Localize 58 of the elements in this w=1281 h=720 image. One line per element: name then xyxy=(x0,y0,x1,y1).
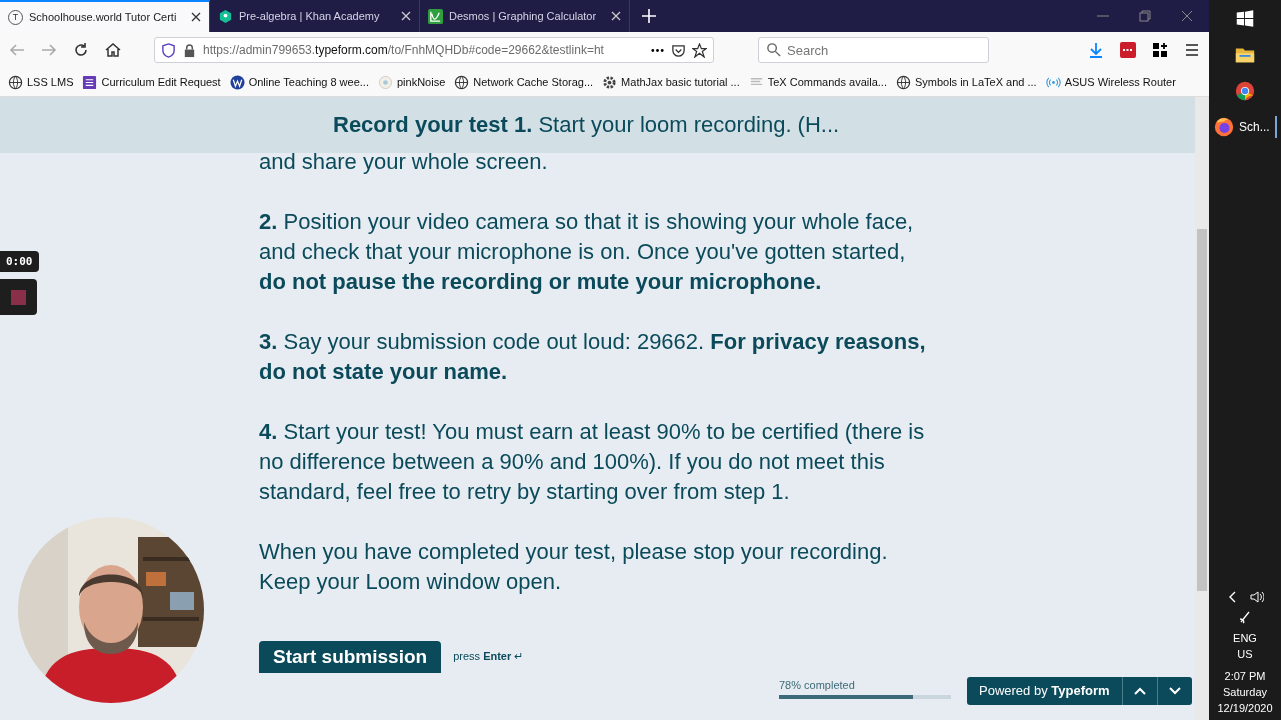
restore-icon[interactable] xyxy=(1139,10,1151,22)
windows-start-icon[interactable] xyxy=(1234,8,1256,30)
new-tab-icon[interactable] xyxy=(642,9,656,23)
taskbar-app[interactable]: Sch... xyxy=(1213,116,1277,138)
pocket-icon[interactable] xyxy=(671,42,686,58)
firefox-icon xyxy=(1213,116,1235,138)
hexagon-icon xyxy=(218,8,233,24)
form-icon xyxy=(82,74,98,90)
previous-button[interactable] xyxy=(1121,677,1157,705)
chrome-icon[interactable] xyxy=(1234,80,1256,102)
password-manager-icon[interactable] xyxy=(1119,41,1137,59)
shield-icon xyxy=(161,42,176,58)
address-bar[interactable]: https://admin799653.typeform.com/to/FnhMQHDb#code=29662&testlink=ht xyxy=(154,37,714,63)
recording-timer: 0:00 xyxy=(0,251,39,272)
bookmark[interactable]: LSS LMS xyxy=(8,74,74,90)
close-icon[interactable] xyxy=(191,12,201,22)
bookmark[interactable]: pinkNoise xyxy=(377,74,446,90)
search-field[interactable]: Search xyxy=(758,37,989,63)
bookmark[interactable]: Network Cache Storag... xyxy=(454,74,594,90)
download-icon[interactable] xyxy=(1087,41,1105,59)
bookmark[interactable]: MathJax basic tutorial ... xyxy=(602,74,740,90)
progress-label: 78% completed xyxy=(779,679,856,691)
menu-icon[interactable] xyxy=(1183,41,1201,59)
grid-icon[interactable] xyxy=(1151,41,1169,59)
start-submission-button[interactable]: Start submission xyxy=(259,641,442,673)
lock-icon xyxy=(182,42,197,58)
bookmark[interactable]: TeX Commands availa... xyxy=(748,74,887,90)
pen-icon[interactable] xyxy=(1238,610,1252,624)
bookmark[interactable]: ASUS Wireless Router xyxy=(1045,74,1176,90)
speaker-icon[interactable] xyxy=(1250,590,1264,604)
powered-by-button[interactable]: Powered by Typeform xyxy=(967,677,1122,705)
instruction-paragraph: 3. Say your submission code out loud: 29662. For privacy reasons, do not state your name. xyxy=(259,328,927,386)
input-language[interactable]: ENG US xyxy=(1233,630,1257,662)
scrollbar[interactable] xyxy=(1195,97,1209,720)
instruction-paragraph: 4. Start your test! You must earn at least 90% to be certified (there is no difference between a 90% and 100%). If you do not meet this standard, feel free to retry by starting over from step 1. xyxy=(259,418,926,506)
bookmark[interactable]: Curriculum Edit Request xyxy=(82,74,221,90)
bookmark[interactable]: Symbols in LaTeX and ... xyxy=(895,74,1037,90)
instruction-paragraph: and share your whole screen. xyxy=(259,148,549,176)
keyboard-hint: press Enter ↵ xyxy=(453,649,524,664)
home-icon[interactable] xyxy=(104,41,122,59)
reload-icon[interactable] xyxy=(72,41,90,59)
next-button[interactable] xyxy=(1156,677,1192,705)
graph-icon xyxy=(428,8,443,24)
gear-icon xyxy=(602,74,618,90)
instruction-paragraph: 2. Position your video camera so that it is showing your whole face, and check that your microphone is on. Once you've gotten started, do not pause the recording or mute your microphone. xyxy=(259,208,915,296)
search-icon xyxy=(766,42,781,57)
browser-tab[interactable]: T Schoolhouse.world Tutor Certi xyxy=(0,0,210,32)
instruction-paragraph: When you have completed your test, please stop your recording. Keep your Loom window open. xyxy=(259,538,889,596)
wordpress-icon xyxy=(229,74,245,90)
globe-icon xyxy=(454,74,470,90)
bookmark[interactable]: Online Teaching 8 wee... xyxy=(229,74,369,90)
circle-icon xyxy=(377,74,393,90)
question-title: Record your test 1. Start your loom recording. (H... xyxy=(333,112,840,138)
star-icon[interactable] xyxy=(692,42,707,58)
globe-icon xyxy=(895,74,911,90)
taskbar-clock[interactable]: 2:07 PM Saturday 12/19/2020 xyxy=(1217,668,1273,716)
wireless-icon xyxy=(1045,74,1061,90)
globe-icon xyxy=(8,74,23,90)
